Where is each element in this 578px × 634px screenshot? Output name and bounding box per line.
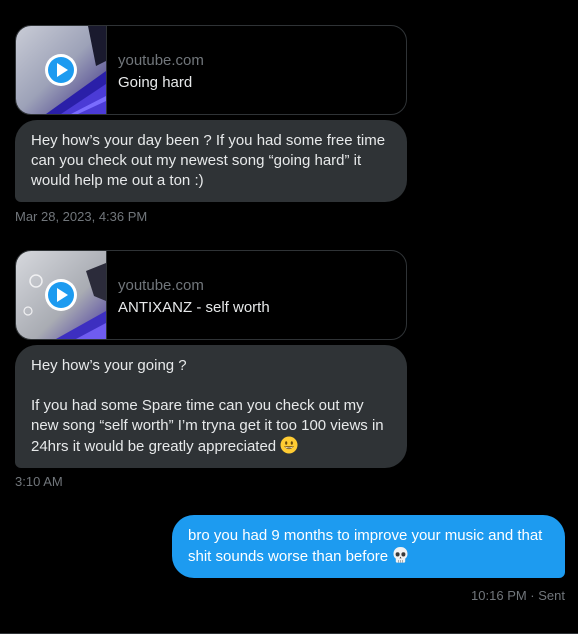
grinning-face-emoji: [280, 436, 298, 454]
incoming-message-bubble[interactable]: Hey how’s your going ? If you had some S…: [15, 345, 407, 468]
message-timestamp-sent: 10:16 PM · Sent: [471, 588, 565, 603]
incoming-message-bubble[interactable]: Hey how’s your day been ? If you had som…: [15, 120, 407, 202]
message-text-line1: Hey how’s your going ?: [31, 357, 187, 374]
message-timestamp: Mar 28, 2023, 4:36 PM: [15, 209, 148, 224]
card-domain: youtube.com: [118, 52, 204, 69]
message-text-para2: If you had some Spare time can you check…: [31, 397, 384, 455]
video-thumbnail: [16, 26, 107, 114]
skull-emoji: [393, 547, 408, 563]
play-icon: [45, 279, 77, 311]
message-timestamp: 3:10 AM: [15, 474, 63, 489]
link-preview-card-self-worth[interactable]: youtube.com ANTIXANZ - self worth: [15, 250, 407, 340]
card-domain: youtube.com: [118, 277, 204, 294]
play-icon: [45, 54, 77, 86]
link-preview-card-going-hard[interactable]: youtube.com Going hard: [15, 25, 407, 115]
message-text: Hey how’s your day been ? If you had som…: [31, 132, 386, 189]
message-text: bro you had 9 months to improve your mus…: [188, 527, 543, 565]
card-title: ANTIXANZ - self worth: [118, 299, 270, 316]
outgoing-message-bubble[interactable]: bro you had 9 months to improve your mus…: [172, 515, 565, 578]
video-thumbnail: [16, 251, 107, 339]
card-title: Going hard: [118, 74, 193, 91]
